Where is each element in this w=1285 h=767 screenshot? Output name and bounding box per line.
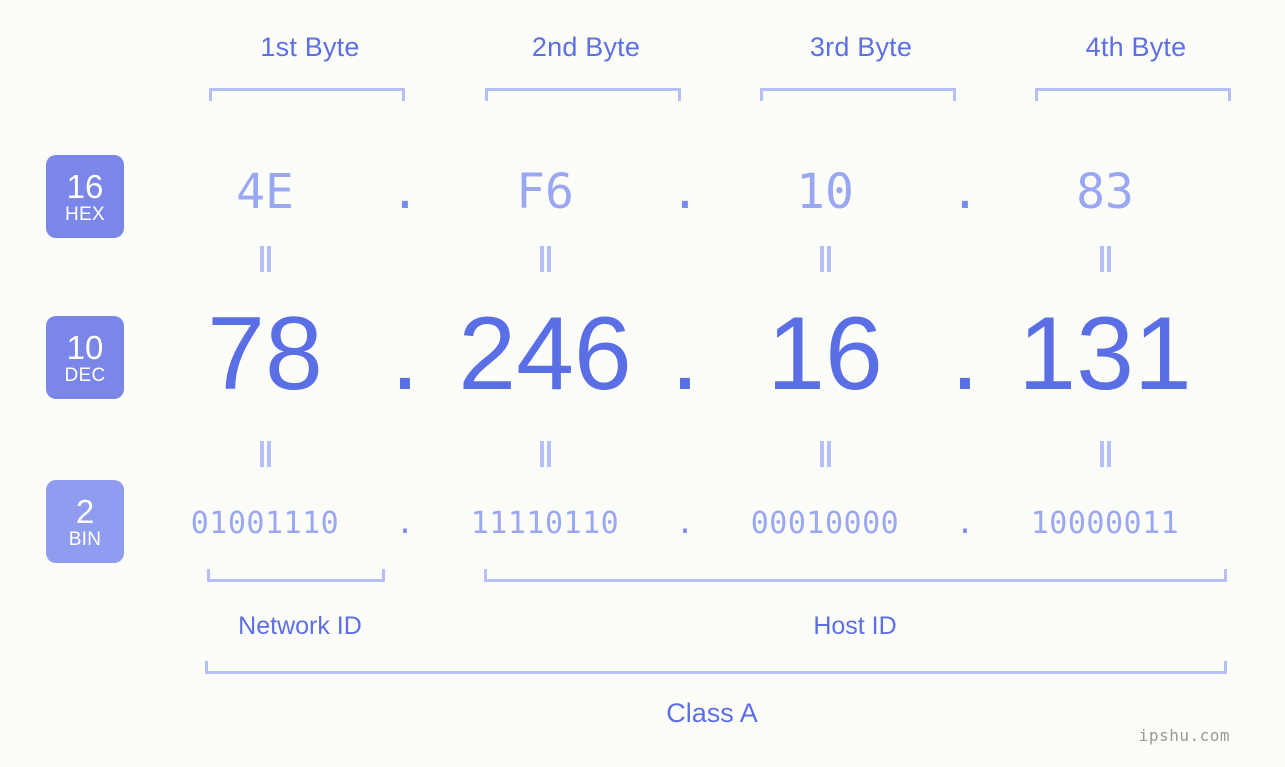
hex-octet-2: F6 (516, 164, 574, 220)
equality-mark-7 (710, 441, 940, 472)
dec-octet-1: 78 (207, 296, 323, 413)
equals-icon (539, 441, 551, 467)
dec-octet-4: 131 (1018, 296, 1192, 413)
byte-header-3: 3rd Byte (809, 32, 913, 62)
byte-header-1: 1st Byte (260, 32, 360, 62)
network-id-bracket (207, 569, 385, 582)
radix-badge-hex: 16 HEX (46, 155, 124, 238)
radix-badge-dec-number: 10 (66, 328, 104, 366)
class-bracket (205, 661, 1227, 674)
radix-badge-bin-number: 2 (75, 492, 95, 530)
class-label: Class A (666, 698, 758, 728)
hex-separator-2: . (670, 164, 700, 220)
radix-badge-bin: 2 BIN (46, 480, 124, 563)
equality-mark-1 (150, 246, 380, 277)
radix-badge-dec-abbr: DEC (64, 364, 106, 386)
dec-octet-2: 246 (458, 296, 632, 413)
equality-row-hex-dec (150, 246, 1250, 277)
bin-octet-2: 11110110 (470, 505, 620, 541)
bin-separator-3: . (955, 505, 975, 541)
equals-icon (819, 246, 831, 272)
hex-octet-3: 10 (796, 164, 854, 220)
dec-value-row: 78 . 246 . 16 . 131 (150, 295, 1250, 415)
host-id-bracket (484, 569, 1227, 582)
equals-icon (259, 441, 271, 467)
equals-icon (1099, 441, 1111, 467)
dec-separator-1: . (390, 296, 420, 413)
radix-badge-hex-abbr: HEX (65, 203, 105, 225)
byte-bracket-3 (760, 88, 956, 101)
radix-badge-hex-number: 16 (66, 167, 104, 205)
network-id-label: Network ID (238, 612, 362, 640)
equality-row-dec-bin (150, 441, 1250, 472)
dec-separator-3: . (950, 296, 980, 413)
equals-icon (1099, 246, 1111, 272)
bin-octet-3: 00010000 (750, 505, 900, 541)
equality-mark-4 (990, 246, 1220, 277)
byte-bracket-1 (209, 88, 405, 101)
bin-octet-1: 01001110 (190, 505, 340, 541)
equality-mark-2 (430, 246, 660, 277)
dec-separator-2: . (670, 296, 700, 413)
site-watermark: ipshu.com (1138, 726, 1230, 745)
bin-separator-2: . (675, 505, 695, 541)
equality-mark-8 (990, 441, 1220, 472)
equals-icon (259, 246, 271, 272)
bin-value-row: 01001110 . 11110110 . 00010000 . 1000001… (150, 498, 1250, 548)
bin-separator-1: . (395, 505, 415, 541)
byte-bracket-2 (485, 88, 681, 101)
byte-bracket-4 (1035, 88, 1231, 101)
dec-octet-3: 16 (767, 296, 883, 413)
bin-octet-4: 10000011 (1030, 505, 1180, 541)
equality-mark-3 (710, 246, 940, 277)
byte-header-2: 2nd Byte (531, 32, 641, 62)
host-id-label: Host ID (813, 612, 897, 640)
hex-value-row: 4E . F6 . 10 . 83 (150, 152, 1250, 232)
equals-icon (539, 246, 551, 272)
hex-octet-4: 83 (1076, 164, 1134, 220)
radix-badge-bin-abbr: BIN (68, 528, 102, 550)
hex-separator-3: . (950, 164, 980, 220)
hex-separator-1: . (390, 164, 420, 220)
ip-address-breakdown-diagram: 1st Byte 2nd Byte 3rd Byte 4th Byte 16 H… (0, 0, 1285, 767)
equality-mark-6 (430, 441, 660, 472)
hex-octet-1: 4E (236, 164, 294, 220)
equality-mark-5 (150, 441, 380, 472)
radix-badge-dec: 10 DEC (46, 316, 124, 399)
equals-icon (819, 441, 831, 467)
byte-header-4: 4th Byte (1085, 32, 1187, 62)
